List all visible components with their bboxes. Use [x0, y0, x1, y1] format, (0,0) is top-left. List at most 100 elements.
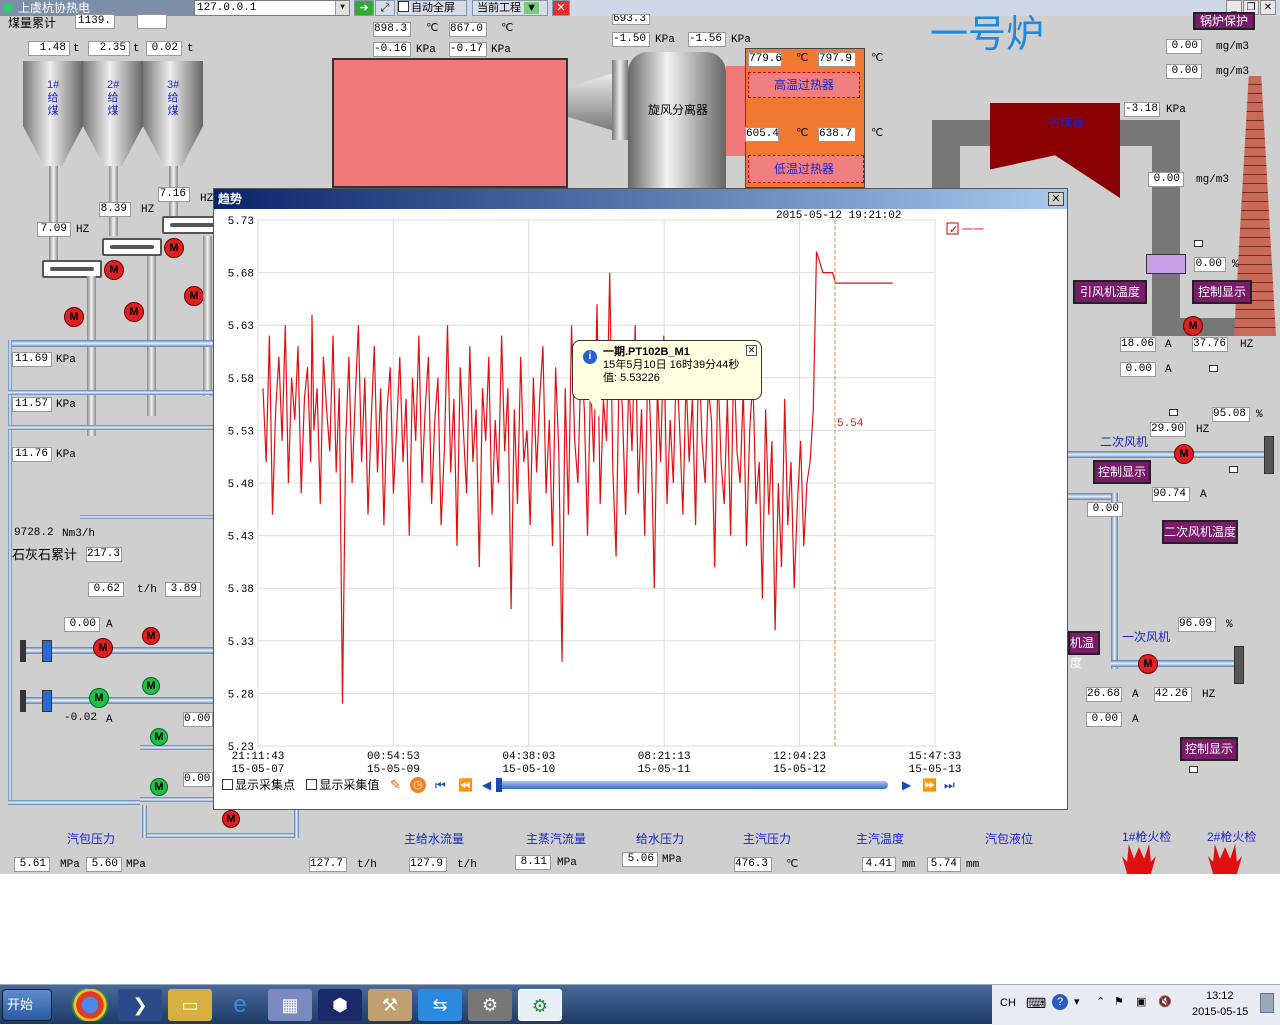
- unit-c: ℃: [871, 128, 884, 140]
- step-forward-icon[interactable]: ▶: [902, 777, 911, 793]
- start-button[interactable]: 开始: [2, 989, 52, 1021]
- show-desktop-button[interactable]: [1260, 993, 1274, 1013]
- feeder-motor-3[interactable]: M: [184, 286, 204, 306]
- unit-c: ℃: [871, 53, 884, 65]
- current-project-button[interactable]: 当前工程 ▼: [472, 0, 548, 16]
- bunker-2: 2#给煤: [83, 61, 143, 166]
- sec-fan-control-button[interactable]: 控制显示: [1093, 460, 1151, 484]
- unit-a: A: [1165, 339, 1172, 351]
- lime-pipe: [142, 805, 147, 838]
- sec-fan-amp: 90.74: [1152, 487, 1190, 502]
- sec-fan-temp-button[interactable]: 二次风机温度: [1162, 520, 1238, 544]
- chrome-icon[interactable]: [68, 989, 112, 1021]
- help-icon[interactable]: ?: [1052, 994, 1068, 1010]
- flag-icon[interactable]: ⚑: [1114, 995, 1124, 1008]
- lime-motor-2[interactable]: M: [89, 688, 109, 708]
- step-back-icon[interactable]: ◀: [482, 777, 491, 793]
- pri-fan-motor[interactable]: M: [1138, 654, 1158, 674]
- feeder-conveyor-2[interactable]: [102, 238, 162, 256]
- low-temp-superheater[interactable]: 低温过热器: [748, 155, 864, 183]
- x-tick-time: 12:04:23: [773, 751, 826, 763]
- dropdown-arrow-icon[interactable]: ▼: [335, 1, 349, 15]
- unit-th: t/h: [457, 859, 477, 871]
- valve-motor[interactable]: M: [64, 307, 84, 327]
- show-points-checkbox[interactable]: [222, 779, 233, 790]
- pri-fan-temp-button[interactable]: 机温度: [1068, 631, 1100, 670]
- lime-pipe: [140, 745, 213, 750]
- close-icon[interactable]: ✕: [1048, 192, 1064, 206]
- keyboard-icon[interactable]: ⌨: [1026, 995, 1046, 1012]
- language-indicator[interactable]: CH: [1000, 997, 1016, 1009]
- powershell-icon[interactable]: ❯: [118, 989, 162, 1021]
- stop-icon[interactable]: ✕: [552, 0, 570, 16]
- volume-muted-icon[interactable]: 🔇: [1158, 995, 1172, 1008]
- id-fan-control-button[interactable]: 控制显示: [1192, 280, 1252, 304]
- show-values-checkbox[interactable]: [306, 779, 318, 790]
- lime-motor-1[interactable]: M: [93, 638, 113, 658]
- id-fan-temp-button[interactable]: 引风机温度: [1073, 280, 1147, 304]
- unit-mgm3: mg/m3: [1216, 66, 1250, 78]
- rewind-icon[interactable]: ⏪: [458, 777, 473, 793]
- coal-chute: [87, 276, 96, 436]
- main-steam-temp-label: 主汽温度: [856, 832, 905, 846]
- feedwater-pressure-value: 8.11: [515, 855, 551, 870]
- folder-icon[interactable]: ▭: [168, 989, 212, 1021]
- id-fan-motor[interactable]: M: [1183, 316, 1203, 336]
- go-arrow-icon[interactable]: ➜: [354, 0, 374, 16]
- fast-forward-icon[interactable]: ⏩: [922, 777, 937, 793]
- high-temp-superheater[interactable]: 高温过热器: [748, 72, 860, 98]
- damper-icon[interactable]: [1146, 254, 1186, 274]
- sec-fan-motor[interactable]: M: [1174, 444, 1194, 464]
- drum-pressure-label: 汽包压力: [67, 832, 116, 846]
- close-window-icon[interactable]: ✕: [1260, 0, 1276, 15]
- valve-motor[interactable]: M: [150, 728, 168, 746]
- clock-icon[interactable]: ◷: [410, 777, 426, 793]
- unit-t: t: [133, 43, 140, 55]
- close-icon[interactable]: ✕: [746, 345, 757, 356]
- ip-value: 127.0.0.1: [197, 2, 257, 14]
- feeder-motor-2[interactable]: M: [164, 238, 184, 258]
- trend-chart[interactable]: 5.73 5.68 5.63 5.58 5.53 5.48 5.43 5.38 5.33 5.28…: [214, 209, 1067, 775]
- auto-fullscreen-checkbox[interactable]: [398, 1, 409, 12]
- network-tray-icon[interactable]: ▣: [1136, 995, 1146, 1008]
- tools-icon[interactable]: ⚒: [368, 989, 412, 1021]
- pri-fan-control-button[interactable]: 控制显示: [1180, 737, 1238, 761]
- valve-motor[interactable]: M: [222, 810, 240, 828]
- boiler-protect-button[interactable]: 锅炉保护: [1193, 12, 1255, 30]
- server-manager-icon[interactable]: ▦: [268, 989, 312, 1021]
- ie-icon[interactable]: e: [218, 989, 262, 1021]
- air-pipe: [80, 515, 213, 519]
- ip-select[interactable]: 127.0.0.1 ▼: [194, 0, 350, 16]
- feeder-motor-1[interactable]: M: [104, 260, 124, 280]
- valve-motor[interactable]: M: [150, 778, 168, 796]
- x-tick-time: 08:21:13: [638, 751, 691, 763]
- last-page-icon[interactable]: ⏭: [944, 777, 955, 793]
- auto-fullscreen-toggle[interactable]: 自动全屏: [397, 0, 467, 16]
- separator-label: 旋风分离器: [648, 103, 709, 117]
- settings-gear-icon[interactable]: ⚙: [468, 989, 512, 1021]
- right-value-1: 0.00: [183, 712, 213, 727]
- id-fan-amp: 18.06: [1120, 337, 1156, 352]
- clock-time[interactable]: 13:12: [1206, 990, 1234, 1002]
- valve-motor[interactable]: M: [142, 677, 160, 695]
- clock-date[interactable]: 2015-05-15: [1192, 1006, 1248, 1018]
- network-icon[interactable]: ⬢: [318, 989, 362, 1021]
- first-page-icon[interactable]: ⏮: [435, 777, 446, 793]
- valve-motor[interactable]: M: [142, 627, 160, 645]
- scada-app-icon[interactable]: ⚙: [518, 989, 562, 1021]
- furnace: [332, 58, 568, 188]
- pin-icon[interactable]: ✎: [390, 777, 401, 793]
- teamviewer-icon[interactable]: ⇆: [418, 989, 462, 1021]
- chevron-up-icon[interactable]: ⌃: [1096, 995, 1105, 1008]
- lime-pipe: [140, 797, 213, 802]
- data-point-tooltip: ✕ 一期.PT102B_M1 15年5月10日 16时39分44秒 值: 5.5…: [572, 340, 762, 417]
- valve-motor[interactable]: M: [124, 302, 144, 322]
- trend-dialog: 趋势 ✕ 5.73 5.68 5.63 5.58 5.53 5.48 5.43 5.38 5.3…: [213, 188, 1068, 810]
- furnace-press-1: -0.16: [373, 42, 411, 57]
- fullscreen-icon[interactable]: ⤢: [375, 0, 395, 16]
- timeline-thumb[interactable]: [496, 778, 502, 792]
- chevron-down-icon[interactable]: ▾: [1074, 995, 1080, 1008]
- feeder-hz-1: 7.09: [37, 222, 71, 237]
- flame-detect-2-label: 2#枪火检: [1207, 830, 1257, 844]
- timeline-scrollbar[interactable]: [498, 781, 888, 789]
